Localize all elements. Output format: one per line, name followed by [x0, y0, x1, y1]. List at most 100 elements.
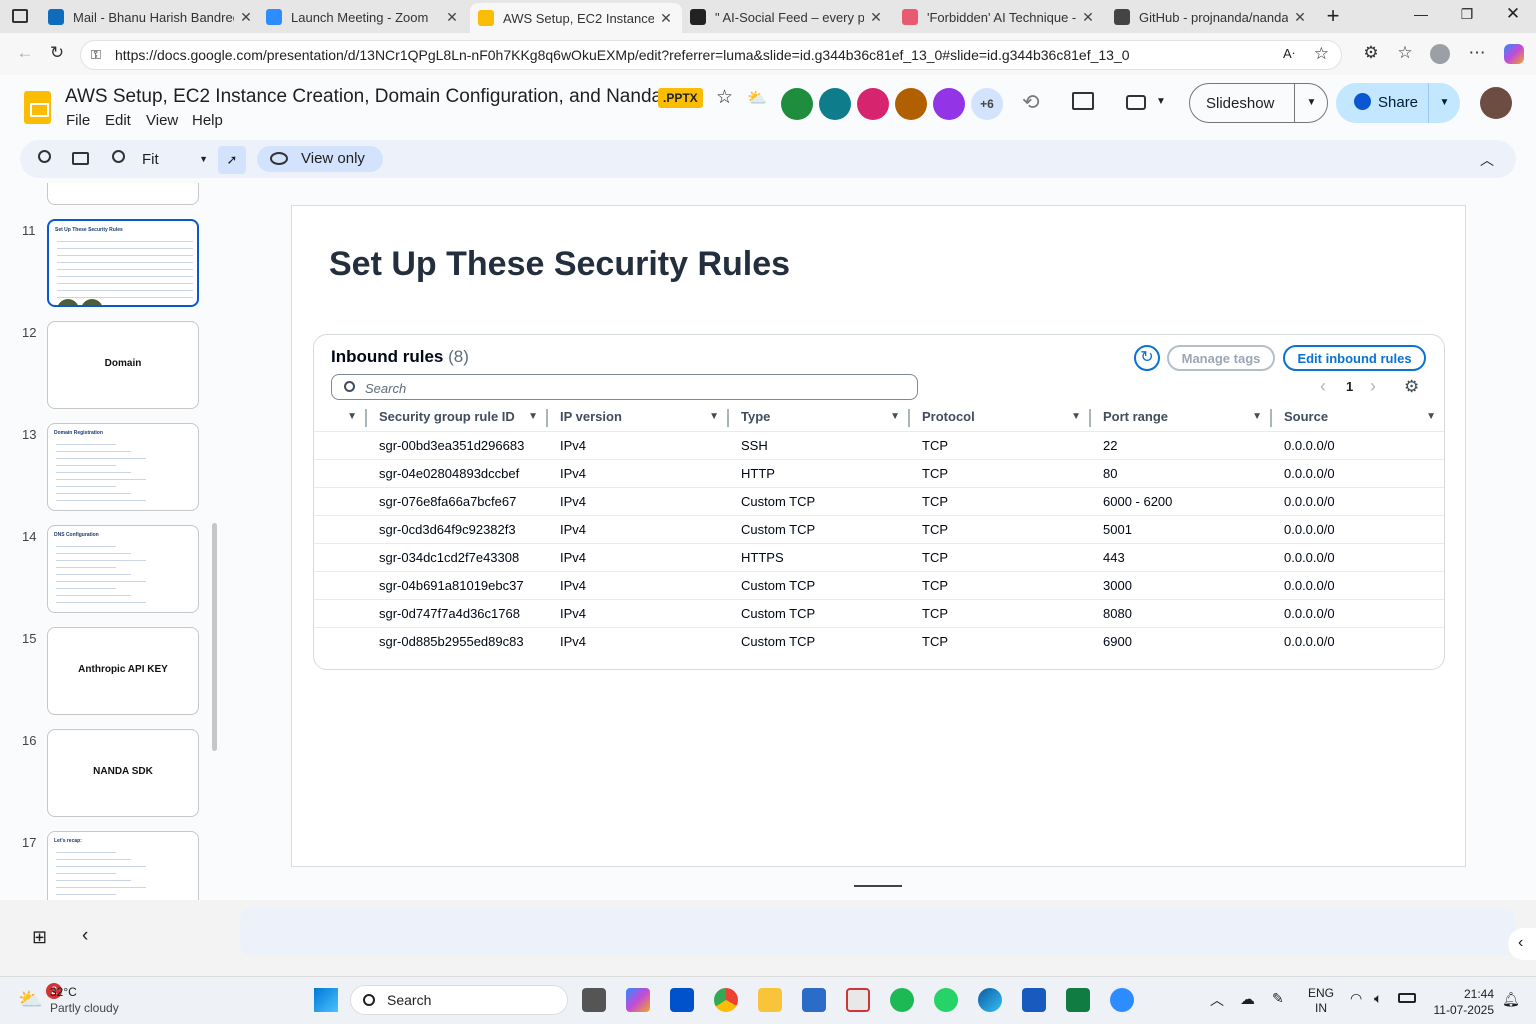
new-tab-button[interactable]: + [1318, 3, 1348, 29]
column-header[interactable]: IP version ▼ [546, 403, 727, 432]
clock[interactable]: 21:44 11-07-2025 [1430, 986, 1495, 1018]
trello-icon[interactable] [670, 988, 694, 1012]
copilot-icon[interactable] [1504, 44, 1524, 64]
close-tab-icon[interactable]: ✕ [444, 9, 460, 26]
sort-icon[interactable]: ▼ [1426, 411, 1436, 422]
maximize-button[interactable]: ❐ [1452, 6, 1482, 23]
language-indicator[interactable]: ENG IN [1308, 986, 1334, 1016]
slide-thumbnail[interactable]: Set Up These Security Rules [47, 219, 199, 307]
star-icon[interactable]: ☆ [716, 86, 733, 109]
url-field[interactable]: ⚿ https://docs.google.com/presentation/d… [80, 40, 1342, 70]
share-button[interactable]: Share ▼ [1336, 83, 1460, 123]
start-icon[interactable] [314, 988, 338, 1012]
browser-tab[interactable]: 'Forbidden' AI Technique - C ✕ [894, 3, 1104, 31]
slide-thumbnail[interactable]: Domain Registration [47, 423, 199, 511]
menu-view[interactable]: View [146, 112, 178, 129]
row-select-cell[interactable] [314, 515, 365, 544]
show-hidden-icons[interactable]: ︿ [1210, 990, 1224, 1010]
table-row[interactable]: sgr-0d747f7a4d36c1768 IPv4 Custom TCP TCP 80… [314, 599, 1444, 628]
row-select-cell[interactable] [314, 627, 365, 655]
more-options-icon[interactable]: ⋯ [1464, 43, 1490, 63]
store-icon[interactable] [802, 988, 826, 1012]
menu-file[interactable]: File [66, 112, 90, 129]
select-column-header[interactable]: ▼ [314, 403, 365, 432]
table-settings-icon[interactable]: ⚙ [1404, 377, 1419, 397]
battery-icon[interactable] [1398, 993, 1416, 1003]
row-select-cell[interactable] [314, 543, 365, 572]
close-tab-icon[interactable]: ✕ [1080, 9, 1096, 26]
edit-inbound-rules-button[interactable]: Edit inbound rules [1283, 345, 1426, 371]
version-history-icon[interactable]: ⟲ [1022, 90, 1040, 115]
table-row[interactable]: sgr-00bd3ea351d296683 IPv4 SSH TCP 22 0.0.0.0… [314, 431, 1444, 460]
close-window-button[interactable]: ✕ [1498, 4, 1528, 24]
back-icon[interactable]: ← [12, 43, 38, 63]
volume-icon[interactable]: 🔈︎ [1374, 990, 1382, 1007]
slideshow-button[interactable]: Slideshow ▼ [1189, 83, 1328, 123]
favorite-star-icon[interactable]: ☆ [1314, 44, 1329, 64]
slide-thumbnail[interactable]: NANDA SDK [47, 729, 199, 817]
slide-thumbnail-partial[interactable] [47, 183, 199, 205]
grid-view-icon[interactable]: ⊞ [32, 927, 47, 948]
select-pointer-icon[interactable]: ➚ [218, 146, 246, 174]
column-divider[interactable] [727, 409, 729, 427]
collaborator-avatar-4[interactable] [895, 88, 927, 120]
column-header[interactable]: Type ▼ [727, 403, 908, 432]
table-row[interactable]: sgr-076e8fa66a7bcfe67 IPv4 Custom TCP TCP 60… [314, 487, 1444, 516]
column-header[interactable]: Security group rule ID ▼ [365, 403, 546, 432]
slides-logo-icon[interactable] [24, 91, 51, 124]
sort-icon[interactable]: ▼ [1071, 411, 1081, 422]
weather-widget[interactable]: ⛅ 2 32°C Partly cloudy [16, 983, 136, 1019]
slide-thumbnail[interactable]: DNS Configuration [47, 525, 199, 613]
close-tab-icon[interactable]: ✕ [868, 9, 884, 26]
next-page-icon[interactable]: › [1370, 376, 1376, 397]
wifi-icon[interactable]: ◠ [1350, 990, 1362, 1007]
collaborator-avatar-3[interactable] [857, 88, 889, 120]
slideshow-options-icon[interactable]: ▼ [1294, 84, 1328, 122]
menu-edit[interactable]: Edit [105, 112, 131, 129]
manage-tags-button[interactable]: Manage tags [1167, 345, 1275, 371]
row-select-cell[interactable] [314, 571, 365, 600]
notes-resize-handle[interactable] [854, 885, 902, 887]
print-icon[interactable] [72, 152, 89, 165]
zoom-app-icon[interactable] [1110, 988, 1134, 1012]
table-row[interactable]: sgr-04e02804893dccbef IPv4 HTTP TCP 80 0.0.0.… [314, 459, 1444, 488]
account-avatar[interactable] [1480, 87, 1512, 119]
minimize-button[interactable]: — [1406, 6, 1436, 22]
read-aloud-icon[interactable]: Aᐧ [1283, 46, 1295, 62]
sort-icon[interactable]: ▼ [528, 411, 538, 422]
onedrive-icon[interactable]: ☁ [1240, 990, 1255, 1008]
table-row[interactable]: sgr-034dc1cd2f7e43308 IPv4 HTTPS TCP 443 0.0.… [314, 543, 1444, 572]
menu-help[interactable]: Help [192, 112, 223, 129]
document-title[interactable]: AWS Setup, EC2 Instance Creation, Domain… [65, 86, 683, 108]
file-explorer-icon[interactable] [758, 988, 782, 1012]
favorites-icon[interactable]: ☆ [1392, 43, 1418, 63]
meet-video-icon[interactable] [1126, 95, 1146, 110]
whatsapp-icon[interactable] [934, 988, 958, 1012]
notifications-icon[interactable]: 🔔︎ [1502, 991, 1520, 1008]
column-divider[interactable] [908, 409, 910, 427]
excel-icon[interactable] [1066, 988, 1090, 1012]
chrome-icon[interactable] [714, 988, 738, 1012]
share-options-icon[interactable]: ▼ [1428, 83, 1460, 123]
edge-icon[interactable] [978, 988, 1002, 1012]
tab-actions-icon[interactable] [12, 9, 28, 23]
slide-thumbnail[interactable]: Anthropic API KEY [47, 627, 199, 715]
sort-icon[interactable]: ▼ [347, 411, 357, 422]
row-select-cell[interactable] [314, 487, 365, 516]
column-divider[interactable] [1270, 409, 1272, 427]
copilot-app-icon[interactable] [626, 988, 650, 1012]
view-only-mode[interactable]: View only [257, 146, 383, 172]
browser-tab[interactable]: Mail - Bhanu Harish Bandred ✕ [40, 3, 262, 31]
table-row[interactable]: sgr-0cd3d64f9c92382f3 IPv4 Custom TCP TCP 50… [314, 515, 1444, 544]
side-panel-toggle-icon[interactable]: ‹ [1508, 928, 1536, 960]
close-tab-icon[interactable]: ✕ [658, 10, 674, 27]
refresh-icon[interactable]: ↻ [1134, 345, 1160, 371]
column-divider[interactable] [1089, 409, 1091, 427]
sort-icon[interactable]: ▼ [1252, 411, 1262, 422]
close-tab-icon[interactable]: ✕ [1292, 9, 1308, 26]
sort-icon[interactable]: ▼ [709, 411, 719, 422]
pen-icon[interactable]: ✎ [1272, 990, 1284, 1007]
slide-thumbnail[interactable]: Domain [47, 321, 199, 409]
profile-avatar[interactable] [1430, 44, 1450, 64]
extensions-icon[interactable]: ⚙ [1358, 43, 1384, 63]
